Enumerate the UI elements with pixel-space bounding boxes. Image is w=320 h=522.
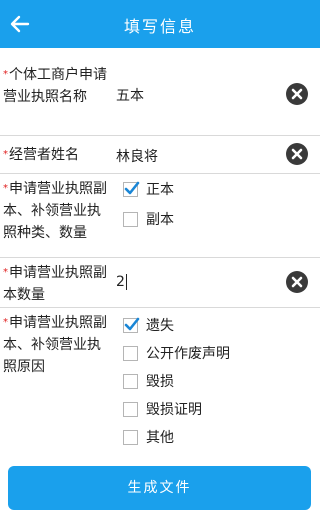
generate-file-button[interactable]: 生成文件 [8,466,311,510]
required-mark: * [3,317,8,328]
required-mark: * [3,69,8,80]
close-icon [291,88,303,100]
checkbox-label: 毁损 [146,374,174,390]
copy-count-input[interactable]: 2 [116,274,127,290]
close-icon [291,148,303,160]
close-icon [291,276,303,288]
checkbox-label: 公开作废声明 [146,346,230,362]
field-label-business-name: *个体工商户申请营业执照名称 [3,67,107,105]
field-label-reason: *申请营业执照副本、补领营业执照原因 [3,315,107,375]
checkmark-icon [124,181,140,195]
field-label-license-type: *申请营业执照副本、补领营业执照种类、数量 [3,181,107,241]
form-row-operator-name: *经营者姓名 林良将 [0,136,320,174]
checkbox[interactable] [123,430,138,445]
required-mark: * [3,183,8,194]
checkbox[interactable] [123,317,140,333]
field-label-operator-name: *经营者姓名 [3,147,79,163]
checkbox[interactable] [123,181,140,197]
form-row-copy-count: *申请营业执照副本数量 2 [0,258,320,308]
page-title: 填写信息 [123,17,196,36]
checkmark-icon [124,317,140,331]
checkbox-label: 遗失 [146,318,174,334]
checkbox[interactable] [123,346,138,361]
required-mark: * [3,149,8,160]
business-name-input[interactable]: 五本 [116,85,144,105]
form-row-reason: *申请营业执照副本、补领营业执照原因 遗失 公开作废声明 毁损 毁损证明 其他 [0,308,320,454]
field-label-copy-count: *申请营业执照副本数量 [3,265,107,303]
checkbox-label: 正本 [146,182,174,198]
checkbox-label: 毁损证明 [146,402,202,418]
checkbox[interactable] [123,212,138,227]
clear-operator-name-button[interactable] [286,143,308,165]
checkbox[interactable] [123,402,138,417]
form-row-business-name: *个体工商户申请营业执照名称 五本 [0,60,320,136]
checkbox-label: 其他 [146,430,174,446]
required-mark: * [3,267,8,278]
checkbox[interactable] [123,374,138,389]
app-bar: 填写信息 [0,0,320,48]
operator-name-input[interactable]: 林良将 [116,146,158,166]
clear-copy-count-button[interactable] [286,271,308,293]
clear-business-name-button[interactable] [286,83,308,105]
checkbox-label: 副本 [146,212,174,228]
text-cursor [125,274,127,290]
form-row-license-type: *申请营业执照副本、补领营业执照种类、数量 正本 副本 [0,174,320,258]
